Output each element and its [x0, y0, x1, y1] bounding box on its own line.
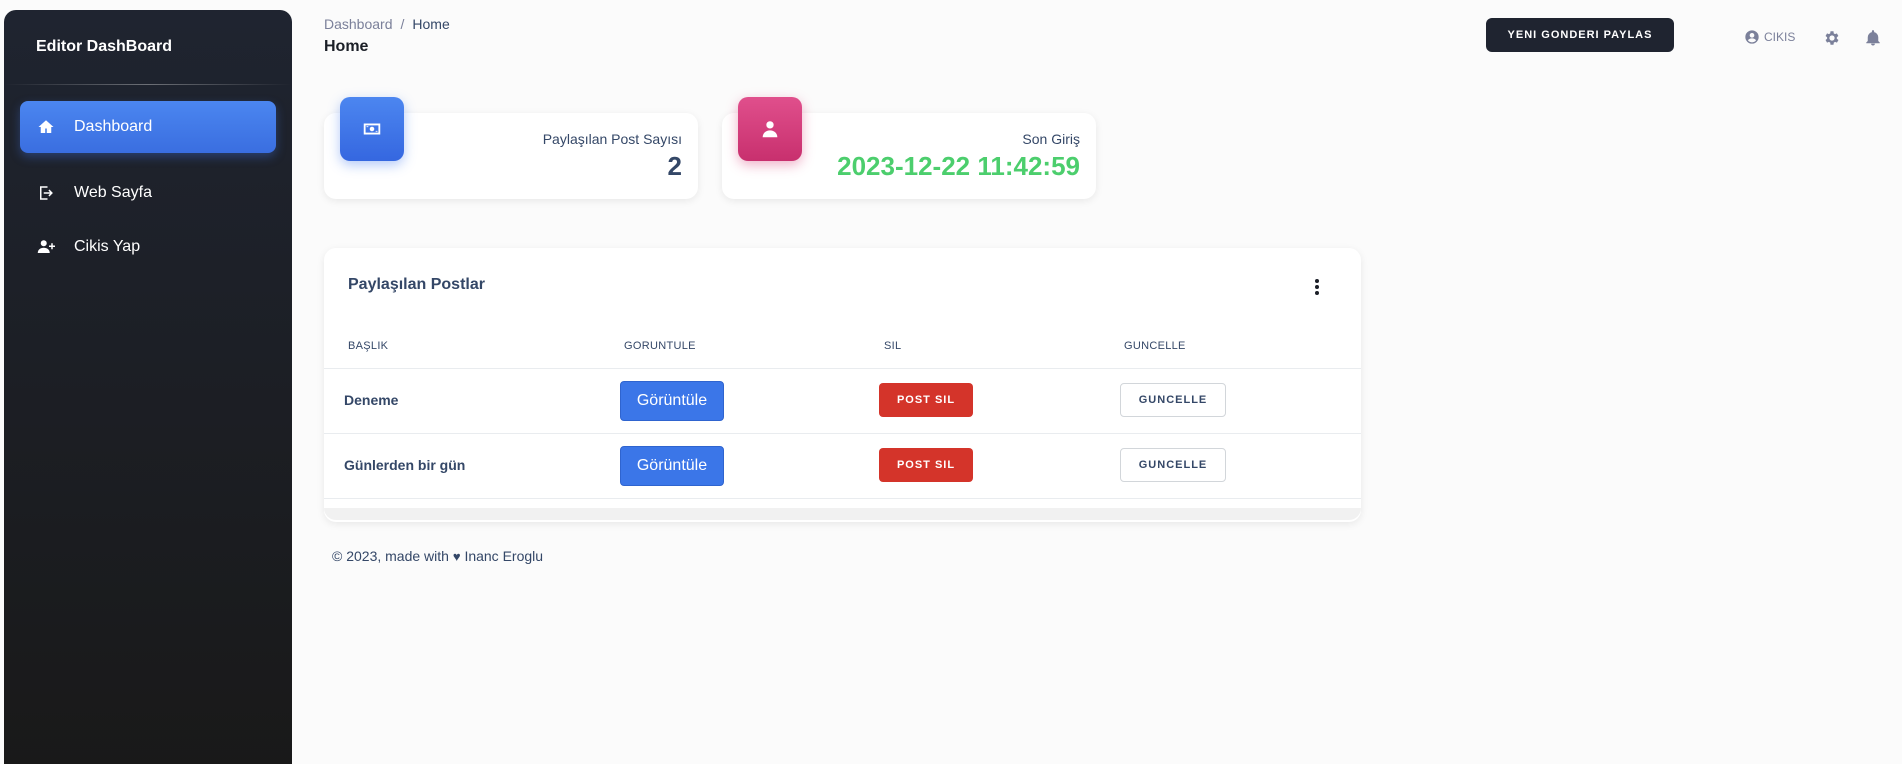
column-header-title: BAŞLIK — [348, 340, 389, 352]
posts-table-card: Paylaşılan Postlar BAŞLIK GORUNTULE SIL … — [324, 248, 1361, 522]
user-plus-icon — [36, 237, 56, 257]
new-post-button[interactable]: YENI GONDERI PAYLAS — [1486, 18, 1674, 52]
post-title: Deneme — [344, 392, 399, 408]
sidebar-item-cikis-yap[interactable]: Cikis Yap — [20, 221, 276, 273]
breadcrumb-separator: / — [400, 16, 405, 32]
column-header-view: GORUNTULE — [624, 340, 696, 352]
sign-out-icon — [36, 183, 56, 203]
footer-author: Inanc Eroglu — [464, 548, 544, 564]
gear-icon — [1825, 31, 1839, 45]
bell-icon — [1866, 30, 1880, 46]
stat-card-last-login: Son Giriş 2023-12-22 11:42:59 — [722, 97, 1096, 199]
sidebar-item-label: Web Sayfa — [74, 184, 152, 201]
column-header-update: GUNCELLE — [1124, 340, 1186, 352]
footer-prefix: © 2023, made with — [332, 548, 449, 564]
money-icon — [340, 97, 404, 161]
sidebar-divider — [4, 84, 292, 85]
breadcrumb-current: Home — [412, 16, 450, 32]
posts-table-title: Paylaşılan Postlar — [348, 276, 485, 293]
user-circle-icon — [1745, 30, 1759, 44]
row-divider — [324, 433, 1361, 434]
stat-label: Son Giriş — [1022, 131, 1080, 147]
sidebar: Editor DashBoard Dashboard Web Sayfa Cik… — [4, 10, 292, 764]
user-icon — [738, 97, 802, 161]
update-post-button[interactable]: GUNCELLE — [1120, 383, 1226, 417]
logout-label: CIKIS — [1764, 30, 1796, 44]
sidebar-item-web-sayfa[interactable]: Web Sayfa — [20, 167, 276, 219]
post-title: Günlerden bir gün — [344, 457, 466, 473]
settings-button[interactable] — [1823, 29, 1841, 52]
notifications-button[interactable] — [1864, 29, 1882, 52]
home-icon — [36, 117, 56, 137]
heart-icon: ♥ — [452, 549, 461, 564]
delete-post-button[interactable]: POST SIL — [879, 383, 973, 417]
view-post-button[interactable]: Görüntüle — [620, 381, 724, 421]
brand-title: Editor DashBoard — [36, 38, 173, 55]
stat-label: Paylaşılan Post Sayısı — [542, 131, 682, 147]
row-divider — [324, 368, 1361, 369]
stat-value: 2 — [667, 151, 682, 181]
more-options-button[interactable] — [1309, 278, 1325, 301]
sidebar-item-label: Dashboard — [74, 118, 153, 135]
sidebar-item-dashboard[interactable]: Dashboard — [20, 101, 276, 153]
row-divider — [324, 498, 1361, 499]
view-post-button[interactable]: Görüntüle — [620, 446, 724, 486]
footer: © 2023, made with ♥ Inanc Eroglu — [332, 548, 543, 564]
ellipsis-vertical-icon — [1315, 279, 1319, 295]
update-post-button[interactable]: GUNCELLE — [1120, 448, 1226, 482]
sidebar-item-label: Cikis Yap — [74, 238, 141, 255]
stat-value: 2023-12-22 11:42:59 — [837, 151, 1080, 181]
column-header-delete: SIL — [884, 340, 902, 352]
delete-post-button[interactable]: POST SIL — [879, 448, 973, 482]
logout-link[interactable]: CIKIS — [1744, 29, 1795, 45]
breadcrumb: Dashboard / Home — [324, 16, 450, 32]
page-title: Home — [324, 38, 369, 55]
breadcrumb-root-link[interactable]: Dashboard — [324, 16, 393, 32]
stat-card-post-count: Paylaşılan Post Sayısı 2 — [324, 97, 698, 199]
horizontal-scrollbar[interactable] — [324, 508, 1361, 520]
